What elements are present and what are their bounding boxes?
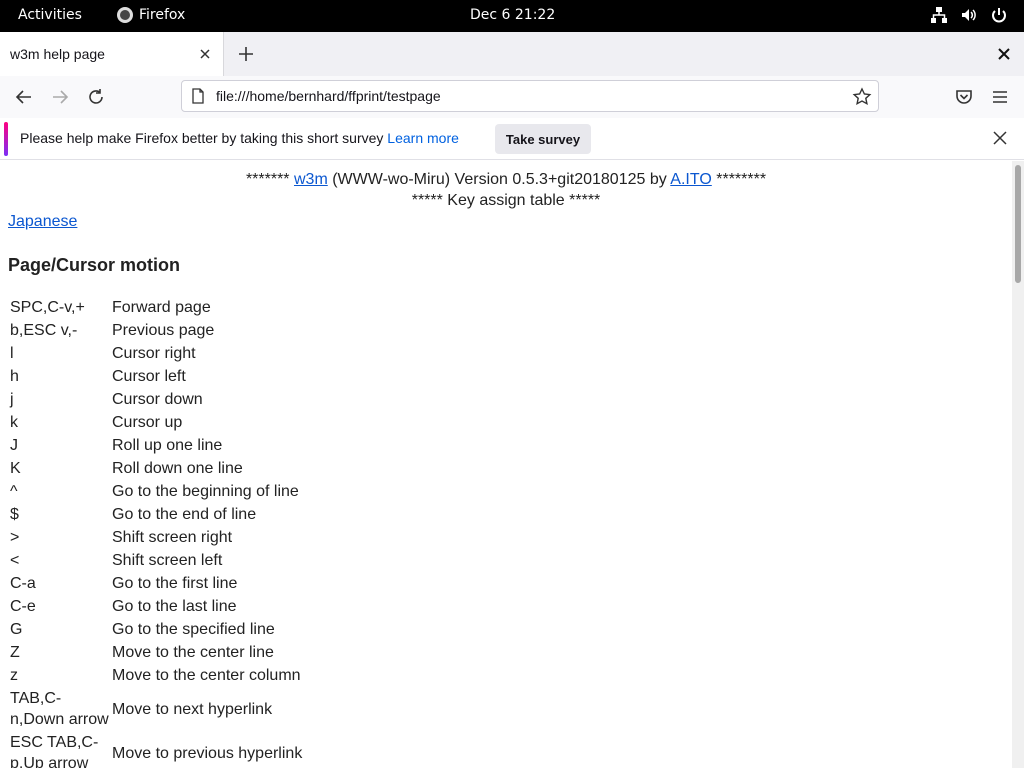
key-cell: TAB,C-n,Down arrow (10, 690, 109, 728)
action-cell: Roll up one line (112, 437, 223, 454)
key-cell: z (10, 667, 18, 684)
key-cell: SPC,C-v,+ (10, 299, 85, 316)
volume-icon (962, 9, 976, 21)
title-line: ******* w3m (WWW-wo-Miru) Version 0.5.3+… (245, 171, 767, 188)
w3m-link[interactable]: w3m (294, 171, 328, 188)
action-cell: Cursor up (112, 414, 183, 431)
system-top-bar: Activities Firefox Dec 6 21:22 (0, 0, 1024, 32)
author-link[interactable]: A.ITO (670, 171, 712, 188)
notification-accent (4, 122, 8, 156)
navigation-toolbar: file:///home/bernhard/ffprint/testpage (0, 76, 1024, 118)
table-row: h Cursor left (10, 365, 302, 388)
japanese-link[interactable]: Japanese (8, 211, 1012, 233)
table-row: b,ESC v,- Previous page (10, 319, 302, 342)
table-row: K Roll down one line (10, 457, 302, 480)
key-cell: C-e (10, 598, 36, 615)
key-cell: b,ESC v,- (10, 322, 78, 339)
action-cell: Cursor left (112, 368, 186, 385)
key-table: SPC,C-v,+ Forward page b,ESC v,- Previous p… (8, 296, 304, 768)
bookmark-star-icon[interactable] (852, 87, 872, 107)
url-text[interactable]: file:///home/bernhard/ffprint/testpage (216, 88, 441, 104)
key-cell: k (10, 414, 18, 431)
action-cell: Move to previous hyperlink (112, 744, 303, 762)
action-cell: Cursor down (112, 391, 203, 408)
table-row: C-a Go to the first line (10, 572, 302, 595)
scrollbar-thumb[interactable] (1015, 165, 1021, 283)
page-content: ******* w3m (WWW-wo-Miru) Version 0.5.3+… (0, 161, 1012, 768)
section-title: Page/Cursor motion (8, 255, 181, 275)
action-cell: Go to the last line (112, 598, 237, 615)
tab-w3m-help[interactable]: w3m help page (0, 32, 224, 76)
tab-strip: w3m help page (0, 32, 1024, 76)
key-cell: > (10, 529, 20, 546)
power-icon (992, 8, 1006, 23)
take-survey-button[interactable]: Take survey (495, 124, 591, 154)
table-row: z Move to the center column (10, 664, 302, 687)
table-row: ^ Go to the beginning of line (10, 480, 302, 503)
key-cell: J (10, 437, 18, 454)
app-menu[interactable]: Firefox (117, 7, 185, 23)
page-icon (192, 88, 204, 104)
new-tab-icon[interactable] (236, 44, 256, 64)
window-close-icon[interactable] (996, 46, 1012, 62)
key-cell: h (10, 368, 19, 385)
key-cell: l (10, 345, 14, 362)
action-cell: Roll down one line (112, 460, 243, 477)
forward-icon[interactable] (49, 86, 71, 108)
action-cell: Go to the end of line (112, 506, 257, 523)
survey-notification: Please help make Firefox better by takin… (0, 118, 1024, 160)
key-cell: G (10, 621, 23, 638)
key-cell: < (10, 552, 20, 569)
table-row: J Roll up one line (10, 434, 302, 457)
action-cell: Move to the center column (112, 667, 301, 684)
action-cell: Shift screen right (112, 529, 233, 546)
action-cell: Previous page (112, 322, 215, 339)
tab-title: w3m help page (10, 46, 105, 62)
firefox-icon (117, 7, 133, 23)
action-cell: Shift screen left (112, 552, 223, 569)
page-scrollbar[interactable] (1012, 161, 1024, 768)
key-cell: ESC TAB,C-p,Up arrow (10, 734, 99, 768)
table-row: j Cursor down (10, 388, 302, 411)
table-row: Z Move to the center line (10, 641, 302, 664)
network-icon (931, 7, 947, 23)
activities-button[interactable]: Activities (18, 7, 82, 23)
action-cell: Go to the first line (112, 575, 238, 592)
reload-icon[interactable] (85, 86, 107, 108)
table-row: k Cursor up (10, 411, 302, 434)
learn-more-link[interactable]: Learn more (387, 130, 459, 146)
key-cell: j (10, 391, 14, 408)
back-icon[interactable] (13, 86, 35, 108)
action-cell: Move to next hyperlink (112, 700, 273, 718)
app-name: Firefox (139, 7, 186, 23)
table-row: G Go to the specified line (10, 618, 302, 641)
key-cell: ^ (10, 483, 18, 500)
table-row: $ Go to the end of line (10, 503, 302, 526)
subtitle: ***** Key assign table ***** (411, 192, 601, 209)
table-row: C-e Go to the last line (10, 595, 302, 618)
key-cell: $ (10, 506, 19, 523)
pocket-icon[interactable] (954, 87, 974, 107)
close-tab-icon[interactable] (197, 46, 213, 62)
key-cell: Z (10, 644, 20, 661)
key-cell: C-a (10, 575, 36, 592)
action-cell: Forward page (112, 299, 211, 316)
table-row: TAB,C-n,Down arrow Move to next hyperlink (10, 687, 302, 731)
table-row: ESC TAB,C-p,Up arrow Move to previous hyp… (10, 731, 302, 768)
system-menu[interactable] (930, 6, 1008, 24)
action-cell: Go to the specified line (112, 621, 275, 638)
table-row: > Shift screen right (10, 526, 302, 549)
close-notification-icon[interactable] (992, 130, 1008, 146)
notification-message: Please help make Firefox better by takin… (20, 130, 459, 146)
key-cell: K (10, 460, 21, 477)
table-row: l Cursor right (10, 342, 302, 365)
action-cell: Go to the beginning of line (112, 483, 299, 500)
action-cell: Move to the center line (112, 644, 274, 661)
table-row: < Shift screen left (10, 549, 302, 572)
menu-icon[interactable] (990, 87, 1010, 107)
clock[interactable]: Dec 6 21:22 (470, 7, 555, 23)
action-cell: Cursor right (112, 345, 196, 362)
address-bar[interactable]: file:///home/bernhard/ffprint/testpage (181, 80, 879, 112)
table-row: SPC,C-v,+ Forward page (10, 296, 302, 319)
